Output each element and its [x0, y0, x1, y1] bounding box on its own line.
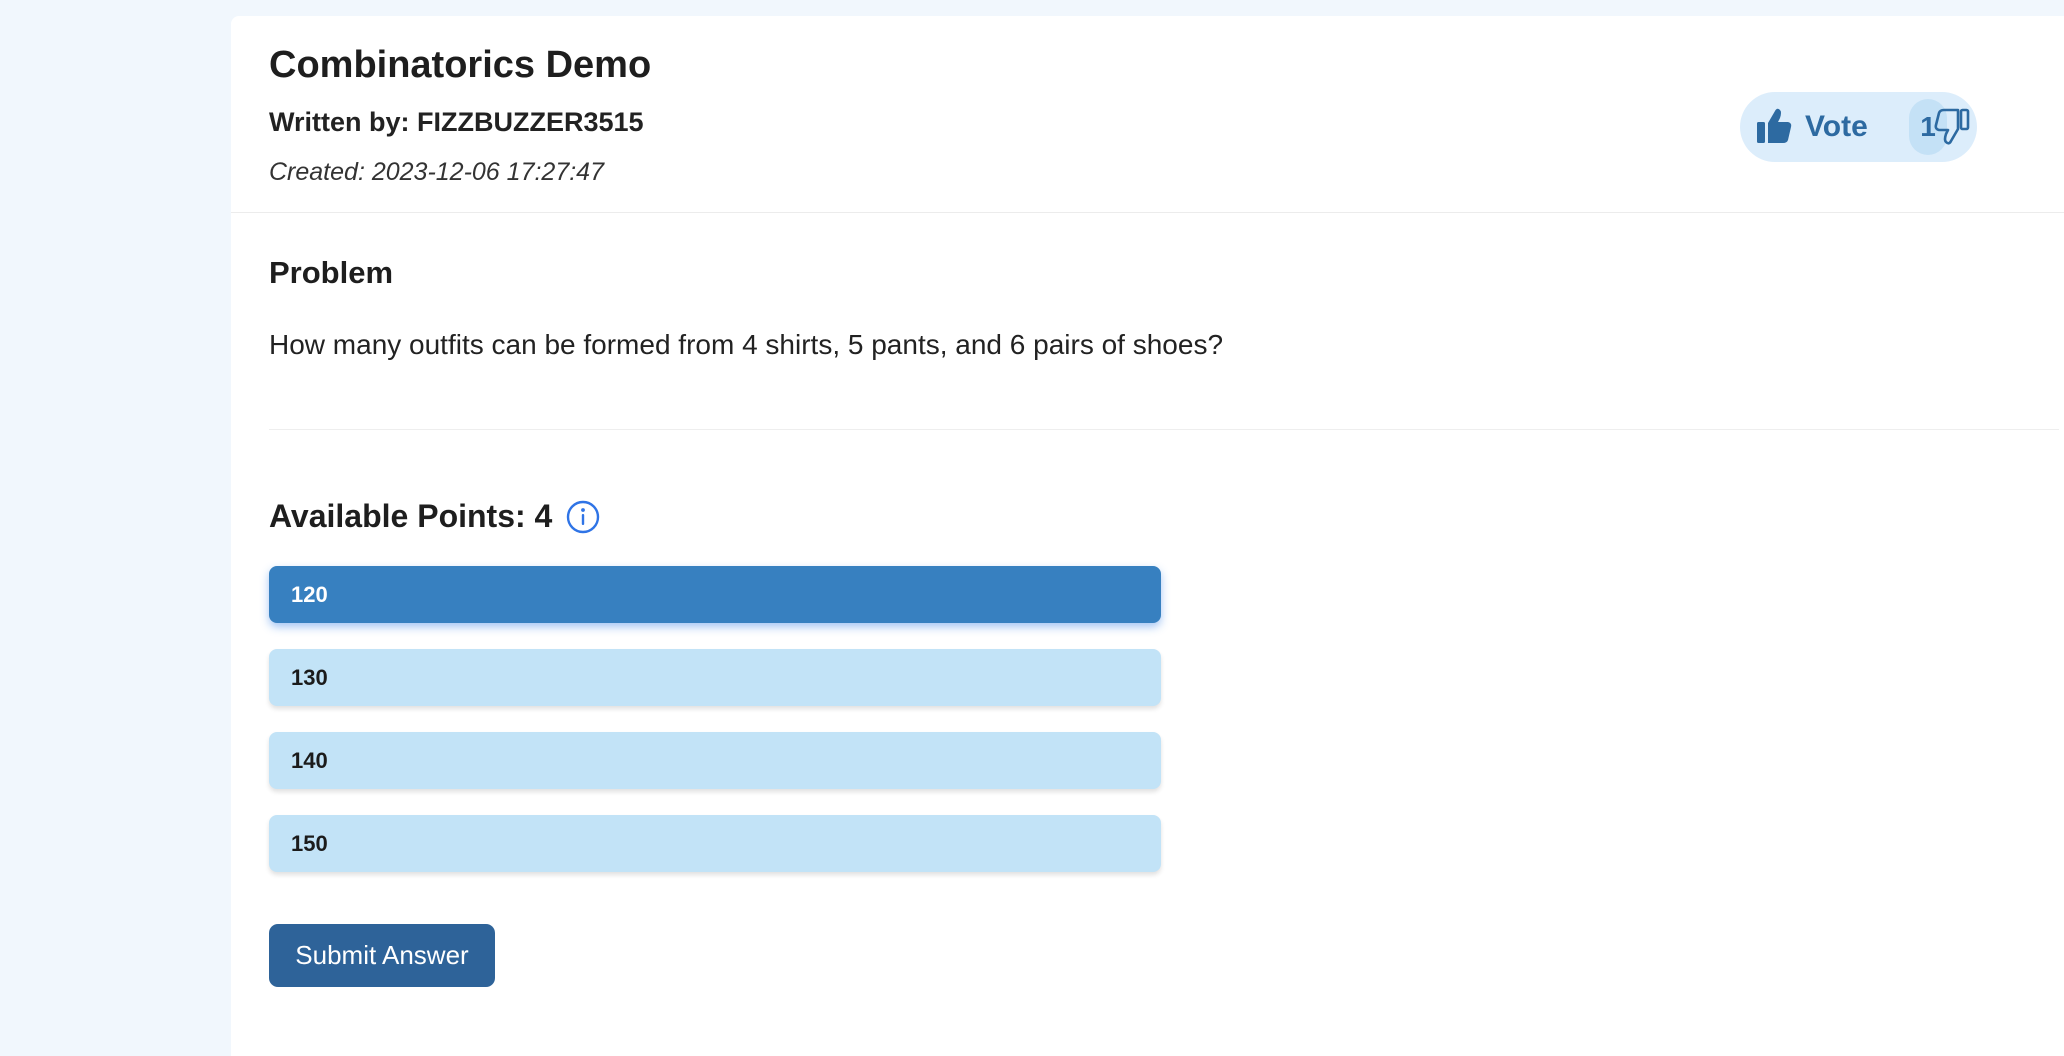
created-timestamp: Created: 2023-12-06 17:27:47 [269, 158, 604, 186]
section-divider [269, 429, 2059, 430]
problem-heading: Problem [269, 255, 394, 290]
problem-card: Combinatorics Demo Written by: FIZZBUZZE… [231, 16, 2064, 1056]
author-line: Written by: FIZZBUZZER3515 [269, 107, 644, 137]
answer-option[interactable]: 130 [269, 649, 1161, 706]
page-title: Combinatorics Demo [269, 44, 652, 86]
problem-text: How many outfits can be formed from 4 sh… [269, 329, 1224, 360]
answer-option[interactable]: 150 [269, 815, 1161, 872]
vote-control: Vote 1 [1740, 92, 1977, 162]
available-points: Available Points: 4 [269, 498, 600, 535]
submit-answer-button[interactable]: Submit Answer [269, 924, 495, 987]
answer-option[interactable]: 140 [269, 732, 1161, 789]
thumbs-down-icon[interactable] [1934, 108, 1970, 146]
info-icon[interactable] [566, 500, 600, 534]
answer-option[interactable]: 120 [269, 566, 1161, 623]
problem-header: Combinatorics Demo Written by: FIZZBUZZE… [231, 16, 2064, 213]
vote-label: Vote [1805, 110, 1868, 143]
available-points-label: Available Points: 4 [269, 498, 553, 534]
thumbs-up-icon[interactable] [1756, 107, 1792, 145]
